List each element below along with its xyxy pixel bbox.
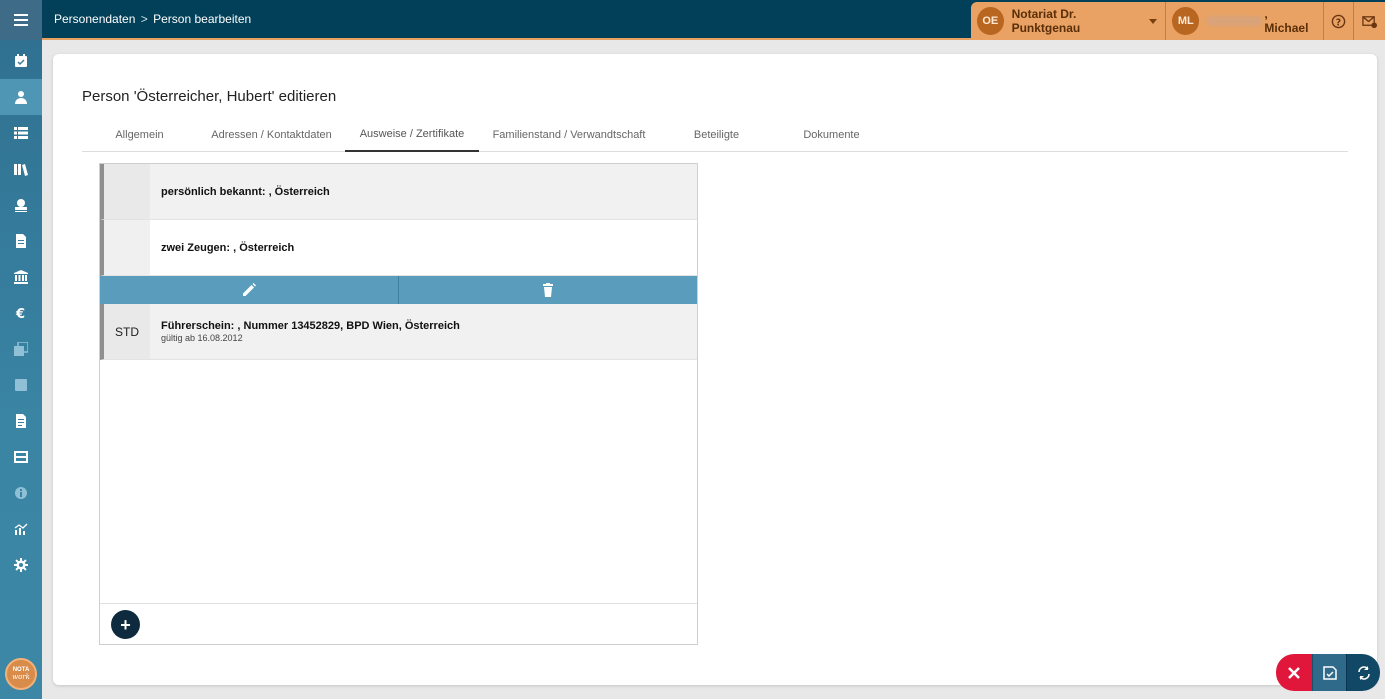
edit-button[interactable]: [100, 276, 398, 304]
refresh-button[interactable]: [1346, 654, 1380, 691]
person-icon: [15, 91, 27, 104]
sidebar-item-persons[interactable]: [0, 79, 42, 115]
list-item-tag: [104, 220, 150, 275]
copy-icon: [14, 342, 28, 356]
svg-text:?: ?: [1336, 17, 1341, 28]
tab-allgemein[interactable]: Allgemein: [82, 118, 197, 152]
chart-icon: [14, 523, 28, 535]
content-card: Person 'Österreicher, Hubert' editieren …: [53, 54, 1377, 685]
sidebar-item-settings[interactable]: [0, 547, 42, 583]
sidebar-item-finance[interactable]: €: [0, 295, 42, 331]
stamp-icon: [15, 199, 27, 212]
file-text-icon: [16, 414, 26, 428]
sidebar-item-statistics[interactable]: [0, 511, 42, 547]
messages-button[interactable]: [1354, 2, 1385, 40]
sidebar-item-bank[interactable]: [0, 259, 42, 295]
list-icon: [14, 127, 28, 139]
breadcrumb-parent[interactable]: Personendaten: [54, 12, 135, 26]
menu-toggle-button[interactable]: [0, 0, 42, 40]
euro-icon: €: [15, 307, 25, 320]
top-bar: Personendaten > Person bearbeiten OE Not…: [42, 0, 1385, 40]
breadcrumb-separator: >: [140, 12, 148, 26]
list-item-body: zwei Zeugen: , Österreich: [150, 220, 697, 275]
tab-adressen[interactable]: Adressen / Kontaktdaten: [197, 118, 346, 152]
document-icon: [16, 234, 26, 248]
tab-ausweise[interactable]: Ausweise / Zertifikate: [345, 118, 479, 152]
save-check-icon: [1322, 665, 1337, 680]
square-icon: [15, 379, 27, 391]
sidebar-item-documents[interactable]: [0, 223, 42, 259]
tab-beteiligte[interactable]: Beteiligte: [659, 118, 774, 152]
sidebar-item-stamp[interactable]: [0, 187, 42, 223]
list-item[interactable]: persönlich bekannt: , Österreich: [100, 164, 697, 220]
sidebar-item-library[interactable]: [0, 151, 42, 187]
chevron-down-icon: [1149, 18, 1158, 24]
list-item-validity: gültig ab 16.08.2012: [161, 333, 243, 343]
user-name: , Michael: [1264, 7, 1309, 35]
help-icon: ?: [1331, 14, 1346, 28]
breadcrumb-current: Person bearbeiten: [153, 12, 252, 26]
list-item-title: Führerschein: , Nummer 13452829, BPD Wie…: [161, 320, 460, 332]
delete-button[interactable]: [398, 276, 697, 304]
list-item-tag: [104, 164, 150, 219]
add-button[interactable]: +: [111, 610, 140, 639]
user-menu[interactable]: ML , Michael: [1166, 2, 1324, 40]
list-footer: +: [100, 603, 697, 644]
cancel-button[interactable]: [1276, 654, 1312, 691]
hamburger-icon: [14, 14, 28, 26]
list-item-title: zwei Zeugen: , Österreich: [161, 241, 295, 254]
info-icon: [15, 487, 27, 499]
org-avatar: OE: [977, 7, 1004, 35]
gear-icon: [14, 558, 28, 572]
notawork-logo[interactable]: NOTA work: [5, 658, 37, 690]
tab-familienstand[interactable]: Familienstand / Verwandtschaft: [479, 118, 659, 152]
tab-bar: Allgemein Adressen / Kontaktdaten Auswei…: [82, 118, 1348, 152]
page-title: Person 'Österreicher, Hubert' editieren: [82, 88, 337, 105]
sidebar-item-files[interactable]: [0, 403, 42, 439]
sidebar-item-calendar[interactable]: [0, 43, 42, 79]
topbar-user-area: OE Notariat Dr. Punktgenau ML , Michael …: [971, 2, 1385, 40]
sidebar-item-copies[interactable]: [0, 331, 42, 367]
svg-text:€: €: [15, 307, 25, 320]
row-action-bar: [100, 276, 697, 304]
list-item-tag: STD: [104, 304, 150, 359]
help-button[interactable]: ?: [1324, 2, 1355, 40]
user-surname-redacted: [1207, 16, 1263, 26]
list-item-selected[interactable]: zwei Zeugen: , Österreich: [100, 220, 697, 276]
logo-text-bottom: work: [12, 673, 30, 681]
trash-icon: [543, 283, 553, 297]
tab-dokumente[interactable]: Dokumente: [774, 118, 889, 152]
floating-actions: [1276, 654, 1380, 691]
user-avatar: ML: [1172, 7, 1200, 35]
calendar-check-icon: [15, 54, 27, 67]
list-item-body: Führerschein: , Nummer 13452829, BPD Wie…: [150, 304, 697, 359]
mail-icon: [1362, 15, 1378, 28]
breadcrumb: Personendaten > Person bearbeiten: [54, 12, 251, 26]
books-icon: [14, 164, 28, 176]
list-item[interactable]: STD Führerschein: , Nummer 13452829, BPD…: [100, 304, 697, 360]
sidebar: € NOTA work: [0, 0, 42, 699]
refresh-icon: [1357, 665, 1370, 680]
close-icon: [1288, 666, 1300, 679]
org-name: Notariat Dr. Punktgenau: [1011, 7, 1081, 35]
sidebar-item-list[interactable]: [0, 115, 42, 151]
pencil-icon: [243, 283, 256, 296]
identification-list: persönlich bekannt: , Österreich zwei Ze…: [99, 163, 698, 645]
list-item-title: persönlich bekannt: , Österreich: [161, 185, 330, 198]
table-icon: [14, 451, 28, 463]
list-item-body: persönlich bekannt: , Österreich: [150, 164, 697, 219]
organization-selector[interactable]: OE Notariat Dr. Punktgenau: [971, 2, 1167, 40]
save-button[interactable]: [1312, 654, 1346, 691]
sidebar-item-block[interactable]: [0, 367, 42, 403]
sidebar-item-info[interactable]: [0, 475, 42, 511]
sidebar-item-table[interactable]: [0, 439, 42, 475]
bank-icon: [14, 270, 28, 284]
